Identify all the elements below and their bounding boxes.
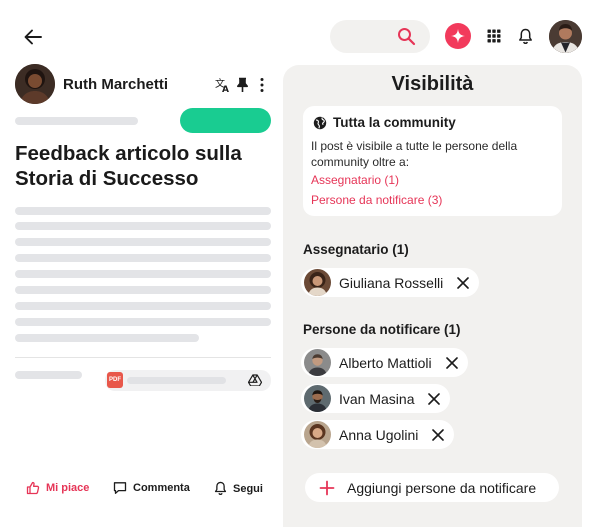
panel-title: Visibilità xyxy=(391,73,474,95)
arrow-left-icon xyxy=(24,29,42,45)
visibility-panel: Visibilità Tutta la community Il post è … xyxy=(283,65,582,527)
bell-icon[interactable] xyxy=(518,28,533,45)
notify-chip[interactable]: Alberto Mattioli xyxy=(301,348,468,377)
sparkle-icon xyxy=(451,29,465,43)
add-people-label: Aggiungi persone da notificare xyxy=(347,479,537,496)
author-photo xyxy=(15,64,55,104)
plus-icon xyxy=(319,480,335,495)
search-icon[interactable] xyxy=(397,27,416,46)
meta-placeholder xyxy=(15,117,138,125)
close-icon[interactable] xyxy=(428,392,441,405)
close-icon[interactable] xyxy=(432,428,445,441)
back-button[interactable] xyxy=(22,26,44,48)
notify-chip[interactable]: Ivan Masina xyxy=(301,384,451,413)
assignee-chip[interactable]: Giuliana Rosselli xyxy=(301,268,480,297)
like-label: Mi piace xyxy=(46,482,90,494)
author-avatar[interactable] xyxy=(15,64,55,104)
divider xyxy=(15,357,271,358)
audience-header: Tutta la community xyxy=(313,115,456,130)
pdf-icon: PDF xyxy=(107,372,123,388)
translate-icon[interactable]: 文A xyxy=(215,77,231,93)
grid-icon[interactable] xyxy=(487,29,501,43)
close-icon[interactable] xyxy=(445,356,458,369)
follow-label: Segui xyxy=(233,482,263,495)
person-name: Giuliana Rosselli xyxy=(339,274,444,291)
comment-icon xyxy=(113,482,127,494)
notify-chip[interactable]: Anna Ugolini xyxy=(301,420,455,449)
person-name: Anna Ugolini xyxy=(339,426,419,443)
assignee-link[interactable]: Assegnatario (1) xyxy=(311,173,399,187)
avatar xyxy=(304,349,331,376)
profile-photo xyxy=(549,20,582,53)
more-vertical-icon[interactable] xyxy=(258,77,266,93)
notify-link[interactable]: Persone da notificare (3) xyxy=(311,193,442,207)
globe-icon xyxy=(313,116,327,129)
thumbs-up-icon xyxy=(26,481,40,495)
like-button[interactable]: Mi piace xyxy=(26,481,89,495)
ai-assistant-button[interactable] xyxy=(445,23,471,49)
status-badge xyxy=(180,108,271,133)
comment-button[interactable]: Commenta xyxy=(113,481,190,495)
notify-section-title: Persone da notificare (1) xyxy=(303,322,461,337)
post-title: Feedback articolo sulla Storia di Succes… xyxy=(15,142,242,190)
attachment-name-placeholder xyxy=(127,377,226,384)
google-drive-icon[interactable] xyxy=(248,374,262,386)
attachment-caption-placeholder xyxy=(15,371,82,379)
close-icon[interactable] xyxy=(457,276,470,289)
person-name: Alberto Mattioli xyxy=(339,354,432,371)
comment-label: Commenta xyxy=(133,482,190,494)
audience-description: Il post è visibile a tutte le persone de… xyxy=(311,139,518,169)
bell-icon xyxy=(214,481,227,496)
avatar xyxy=(304,421,331,448)
person-name: Ivan Masina xyxy=(339,390,415,407)
avatar[interactable] xyxy=(549,20,582,53)
assignee-section-title: Assegnatario (1) xyxy=(303,242,409,257)
audience-label: Tutta la community xyxy=(333,115,456,130)
follow-button[interactable]: Segui xyxy=(214,481,263,496)
svg-text:A: A xyxy=(222,85,229,93)
audience-card[interactable]: Tutta la community Il post è visibile a … xyxy=(303,106,562,216)
avatar xyxy=(304,385,331,412)
add-people-button[interactable]: Aggiungi persone da notificare xyxy=(305,473,559,502)
author-name[interactable]: Ruth Marchetti xyxy=(63,76,168,93)
search-bar[interactable] xyxy=(330,20,430,53)
avatar xyxy=(304,269,331,296)
pin-icon[interactable] xyxy=(236,77,249,93)
